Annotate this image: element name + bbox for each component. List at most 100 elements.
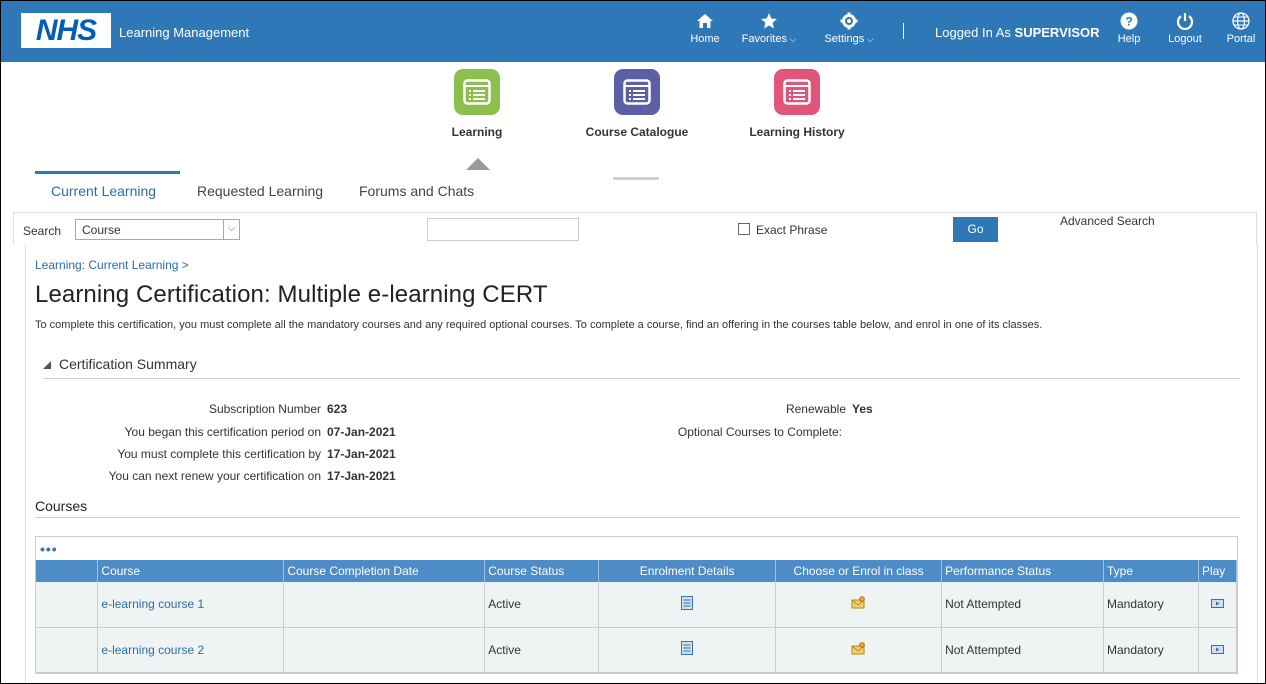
page-indicator[interactable]	[613, 177, 659, 180]
springboard-learning-history[interactable]: Learning History	[727, 69, 867, 139]
history-list-icon	[774, 69, 820, 115]
column-header: Enrolment Details	[598, 560, 777, 582]
header-bar: NHS Learning Management Home Favorites ⌵…	[1, 1, 1265, 62]
springboard-label: Learning History	[749, 125, 845, 139]
search-bar: Search Course ⌵ Exact Phrase Go Advanced…	[13, 212, 1257, 245]
favorites-button[interactable]: Favorites ⌵	[737, 9, 801, 45]
logged-in-user: SUPERVISOR	[1014, 25, 1100, 40]
selected-caret-icon	[466, 158, 490, 170]
exact-phrase-checkbox[interactable]	[738, 223, 750, 235]
enrol-envelope-icon[interactable]	[851, 596, 866, 612]
field-label: You must complete this certification by	[117, 447, 321, 461]
field-label: Subscription Number	[208, 402, 321, 416]
chevron-down-icon: ⌵	[786, 34, 797, 44]
enrol-cell	[775, 582, 943, 628]
enrol-envelope-icon[interactable]	[851, 641, 866, 658]
performance-status-cell: Not Attempted	[941, 627, 1104, 673]
performance-status-cell: Not Attempted	[941, 582, 1104, 628]
portal-label: Portal	[1226, 33, 1256, 45]
play-icon[interactable]	[1210, 643, 1224, 657]
subscription-number: Subscription Number 623	[35, 402, 347, 416]
table-row: e-learning course 2 Active Not Attempted…	[36, 627, 1238, 673]
courses-table-container: ••• Course Course Completion Date Course…	[35, 536, 1238, 674]
renew-date: You can next renew your certification on…	[35, 469, 396, 483]
section-title: Certification Summary	[59, 356, 197, 372]
play-cell	[1198, 582, 1238, 628]
courses-table: Course Course Completion Date Course Sta…	[36, 560, 1238, 673]
logout-label: Logout	[1168, 33, 1202, 45]
field-value: 17-Jan-2021	[327, 447, 396, 461]
complete-by-date: You must complete this certification by 1…	[35, 447, 396, 461]
column-header[interactable]: Performance Status	[941, 560, 1104, 582]
course-link[interactable]: e-learning course 2	[101, 643, 204, 657]
details-icon[interactable]	[681, 595, 694, 613]
column-header[interactable]: Course Completion Date	[283, 560, 486, 582]
tab-current-learning[interactable]: Current Learning	[51, 183, 156, 199]
home-button[interactable]: Home	[685, 9, 725, 45]
play-cell	[1198, 627, 1238, 673]
field-label: You began this certification period on	[124, 425, 321, 439]
column-header[interactable]: Type	[1103, 560, 1199, 582]
enrol-cell	[775, 627, 943, 673]
row-blank-cell	[36, 627, 99, 673]
column-header[interactable]: Course Status	[484, 560, 600, 582]
springboard-label: Learning	[451, 125, 503, 139]
learning-list-icon	[454, 69, 500, 115]
field-value: Yes	[852, 402, 873, 416]
completion-date-cell	[283, 627, 486, 673]
column-header-blank	[36, 560, 99, 582]
optional-courses: Optional Courses to Complete:	[626, 425, 842, 439]
course-link[interactable]: e-learning course 1	[101, 597, 204, 611]
search-type-select[interactable]: Course ⌵	[75, 219, 240, 240]
search-type-value: Course	[82, 223, 121, 237]
header-separator	[903, 23, 904, 39]
search-input[interactable]	[427, 218, 579, 241]
renewable: Renewable Yes	[626, 402, 873, 416]
home-icon	[685, 9, 725, 33]
row-blank-cell	[36, 582, 99, 628]
divider	[35, 517, 1240, 518]
breadcrumb[interactable]: Learning: Current Learning >	[35, 258, 189, 272]
go-button[interactable]: Go	[953, 217, 998, 242]
enrolment-details-cell	[598, 627, 777, 673]
springboard-learning[interactable]: Learning	[407, 69, 547, 139]
courses-header: Courses	[35, 498, 88, 514]
collapse-triangle-icon	[43, 361, 51, 370]
logged-in-prefix: Logged In As	[935, 25, 1011, 40]
table-row: e-learning course 1 Active Not Attempted…	[36, 582, 1238, 628]
field-value: 623	[327, 402, 348, 416]
springboard-course-catalogue[interactable]: Course Catalogue	[567, 69, 707, 139]
column-header: Choose or Enrol in class	[775, 560, 943, 582]
began-date: You began this certification period on 07…	[35, 425, 396, 439]
star-icon	[737, 9, 801, 33]
app-window: NHS Learning Management Home Favorites ⌵…	[0, 0, 1266, 684]
certification-summary-header[interactable]: Certification Summary	[43, 356, 197, 372]
settings-button[interactable]: Settings ⌵	[817, 9, 881, 45]
table-header-row: Course Course Completion Date Course Sta…	[36, 560, 1238, 582]
field-label: Renewable	[785, 402, 846, 416]
home-label: Home	[690, 33, 720, 45]
completion-date-cell	[283, 582, 486, 628]
type-cell: Mandatory	[1103, 627, 1199, 673]
field-label: Optional Courses to Complete:	[677, 425, 842, 439]
details-icon[interactable]	[681, 641, 694, 658]
portal-button[interactable]: Portal	[1221, 9, 1261, 45]
chevron-down-icon: ⌵	[864, 34, 874, 44]
more-options-icon[interactable]: •••	[40, 541, 58, 557]
tab-requested-learning[interactable]: Requested Learning	[197, 183, 323, 199]
content-panel: Learning: Current Learning > Learning Ce…	[25, 245, 1258, 683]
field-label: You can next renew your certification on	[108, 469, 321, 483]
column-header: Play	[1198, 560, 1238, 582]
gear-icon	[817, 9, 881, 33]
play-icon[interactable]	[1210, 597, 1224, 611]
column-header[interactable]: Course	[97, 560, 285, 582]
tab-forums-and-chats[interactable]: Forums and Chats	[359, 183, 474, 199]
advanced-search-link[interactable]: Advanced Search	[1060, 214, 1155, 228]
nhs-logo[interactable]: NHS	[21, 13, 111, 48]
course-cell: e-learning course 2	[97, 627, 285, 673]
instructions-text: To complete this certification, you must…	[35, 319, 1043, 331]
field-value: 07-Jan-2021	[327, 425, 396, 439]
help-button[interactable]: ? Help	[1111, 9, 1147, 45]
logout-button[interactable]: Logout	[1163, 9, 1207, 45]
logged-in-status: Logged In As SUPERVISOR	[935, 25, 1100, 40]
